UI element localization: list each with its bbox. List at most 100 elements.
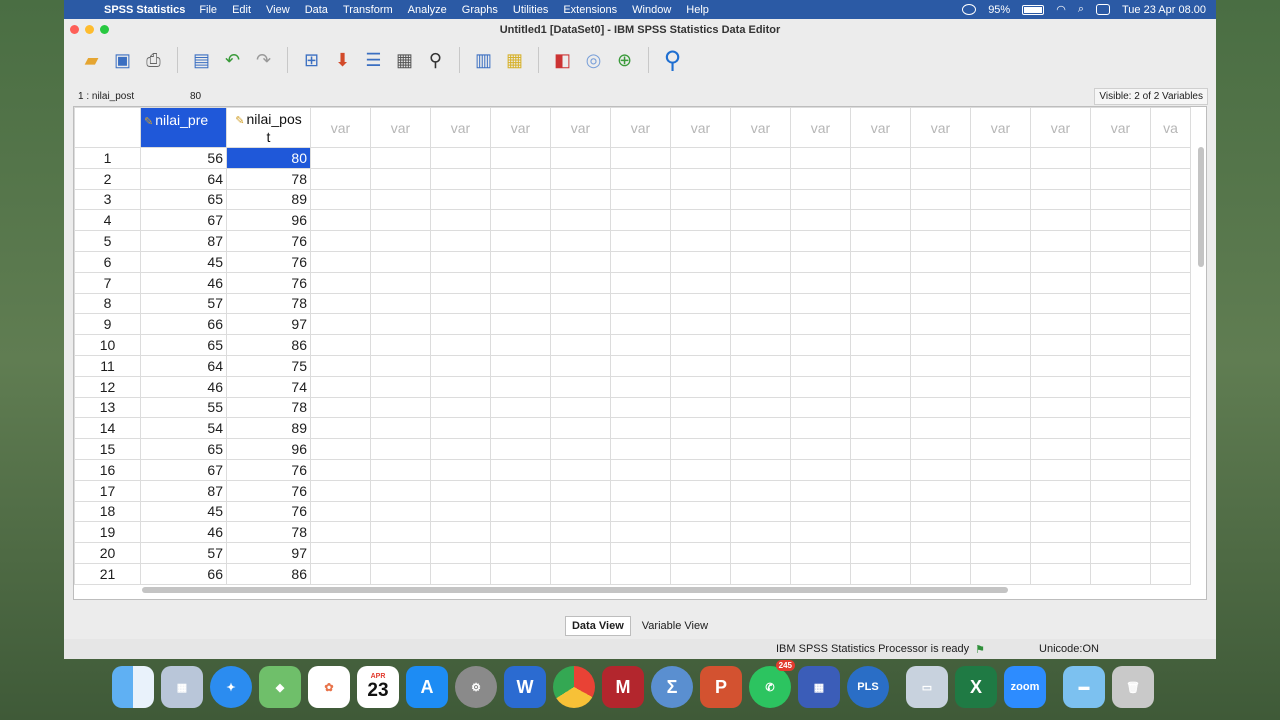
empty-cell[interactable]	[790, 562, 851, 585]
empty-cell[interactable]	[430, 313, 491, 336]
empty-cell[interactable]	[670, 521, 731, 544]
empty-cell[interactable]	[430, 271, 491, 294]
menu-window[interactable]: Window	[632, 4, 671, 16]
empty-cell[interactable]	[970, 562, 1031, 585]
empty-cell[interactable]	[430, 417, 491, 440]
empty-cell[interactable]	[1030, 521, 1091, 544]
empty-cell[interactable]	[1150, 354, 1191, 377]
empty-cell[interactable]	[1030, 396, 1091, 419]
column-header-empty-var[interactable]: var	[490, 107, 551, 148]
empty-cell[interactable]	[1030, 292, 1091, 315]
cell-nilai-pre[interactable]: 65	[140, 438, 227, 460]
column-header-empty-var[interactable]: var	[970, 107, 1031, 148]
empty-cell[interactable]	[430, 438, 491, 460]
cell-nilai-post[interactable]: 89	[226, 188, 311, 211]
empty-cell[interactable]	[1150, 375, 1191, 398]
empty-cell[interactable]	[370, 334, 431, 356]
empty-cell[interactable]	[1030, 479, 1091, 502]
column-header-empty-var[interactable]: var	[310, 107, 371, 148]
empty-cell[interactable]	[730, 147, 791, 169]
empty-cell[interactable]	[430, 396, 491, 419]
empty-cell[interactable]	[1090, 458, 1151, 481]
empty-cell[interactable]	[850, 334, 911, 356]
menu-data[interactable]: Data	[305, 4, 328, 16]
close-button[interactable]	[70, 25, 79, 34]
empty-cell[interactable]	[1150, 417, 1191, 440]
cell-nilai-pre[interactable]: 56	[140, 147, 227, 169]
empty-cell[interactable]	[610, 417, 671, 440]
insert-variable-icon[interactable]: ▦	[501, 47, 528, 74]
menu-edit[interactable]: Edit	[232, 4, 251, 16]
empty-cell[interactable]	[490, 334, 551, 356]
empty-cell[interactable]	[730, 396, 791, 419]
row-number[interactable]: 7	[74, 271, 141, 294]
empty-cell[interactable]	[1030, 271, 1091, 294]
search-icon[interactable]: ⚲	[659, 47, 686, 74]
empty-cell[interactable]	[610, 458, 671, 481]
row-number[interactable]: 9	[74, 313, 141, 336]
empty-cell[interactable]	[730, 188, 791, 211]
empty-cell[interactable]	[670, 271, 731, 294]
row-number[interactable]: 11	[74, 354, 141, 377]
empty-cell[interactable]	[1150, 271, 1191, 294]
empty-cell[interactable]	[1090, 354, 1151, 377]
empty-cell[interactable]	[610, 479, 671, 502]
column-header-empty-var[interactable]: var	[430, 107, 491, 148]
empty-cell[interactable]	[310, 188, 371, 211]
cell-nilai-post[interactable]: 80	[226, 147, 311, 169]
empty-cell[interactable]	[310, 147, 371, 169]
empty-cell[interactable]	[610, 500, 671, 523]
empty-cell[interactable]	[850, 542, 911, 564]
empty-cell[interactable]	[310, 479, 371, 502]
cell-nilai-pre[interactable]: 67	[140, 209, 227, 232]
empty-cell[interactable]	[970, 230, 1031, 252]
whatsapp-icon[interactable]: ✆ 245	[749, 660, 795, 708]
menu-view[interactable]: View	[266, 4, 290, 16]
empty-cell[interactable]	[850, 354, 911, 377]
weight-cases-icon[interactable]: ◎	[580, 47, 607, 74]
empty-cell[interactable]	[1090, 209, 1151, 232]
empty-cell[interactable]	[970, 313, 1031, 336]
zoom-icon[interactable]: zoom	[1004, 666, 1046, 708]
empty-cell[interactable]	[550, 542, 611, 564]
empty-cell[interactable]	[730, 521, 791, 544]
empty-cell[interactable]	[790, 147, 851, 169]
empty-cell[interactable]	[610, 354, 671, 377]
empty-cell[interactable]	[1030, 188, 1091, 211]
empty-cell[interactable]	[970, 209, 1031, 232]
empty-cell[interactable]	[550, 396, 611, 419]
empty-cell[interactable]	[790, 417, 851, 440]
empty-cell[interactable]	[670, 458, 731, 481]
empty-cell[interactable]	[850, 313, 911, 336]
empty-cell[interactable]	[370, 500, 431, 523]
row-number[interactable]: 1	[74, 147, 141, 169]
empty-cell[interactable]	[670, 230, 731, 252]
empty-cell[interactable]	[1090, 542, 1151, 564]
empty-cell[interactable]	[850, 209, 911, 232]
empty-cell[interactable]	[550, 250, 611, 273]
empty-cell[interactable]	[1090, 417, 1151, 440]
cell-nilai-post[interactable]: 97	[226, 313, 311, 336]
empty-cell[interactable]	[1150, 479, 1191, 502]
empty-cell[interactable]	[850, 188, 911, 211]
menu-graphs[interactable]: Graphs	[462, 4, 498, 16]
empty-cell[interactable]	[970, 500, 1031, 523]
column-header-empty-var[interactable]: var	[790, 107, 851, 148]
empty-cell[interactable]	[1030, 313, 1091, 336]
empty-cell[interactable]	[970, 396, 1031, 419]
trash-icon[interactable]: 🗑	[1112, 666, 1154, 708]
empty-cell[interactable]	[610, 334, 671, 356]
empty-cell[interactable]	[790, 209, 851, 232]
empty-cell[interactable]	[730, 250, 791, 273]
cell-nilai-post[interactable]: 76	[226, 458, 311, 481]
cell-nilai-post[interactable]: 78	[226, 167, 311, 190]
battery-icon[interactable]	[1022, 4, 1045, 15]
empty-cell[interactable]	[970, 354, 1031, 377]
empty-cell[interactable]	[490, 479, 551, 502]
empty-cell[interactable]	[1090, 500, 1151, 523]
empty-cell[interactable]	[550, 147, 611, 169]
empty-cell[interactable]	[670, 147, 731, 169]
empty-cell[interactable]	[430, 521, 491, 544]
menu-file[interactable]: File	[199, 4, 217, 16]
tab-data-view[interactable]: Data View	[564, 616, 631, 636]
